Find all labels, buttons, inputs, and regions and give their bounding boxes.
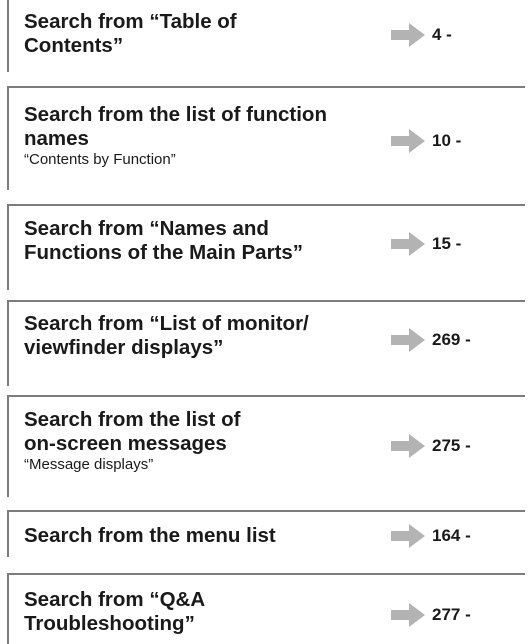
arrow-right-icon bbox=[391, 434, 425, 458]
entry-page-number[interactable]: 164 - bbox=[432, 526, 471, 546]
search-entry-table-of-contents[interactable]: Search from “Table of Contents” 4 - bbox=[7, 0, 525, 72]
entry-page-number[interactable]: 15 - bbox=[432, 234, 461, 254]
page: { "entries": [ { "title_lines": ["Search… bbox=[0, 0, 532, 644]
arrow-right-icon bbox=[391, 232, 425, 256]
entry-top-rule bbox=[7, 395, 525, 397]
search-entry-function-names[interactable]: Search from the list of function names “… bbox=[7, 86, 525, 190]
entry-top-rule bbox=[7, 300, 525, 302]
search-entry-on-screen-messages[interactable]: Search from the list of on-screen messag… bbox=[7, 395, 525, 497]
search-entry-monitor-displays[interactable]: Search from “List of monitor/ viewfinder… bbox=[7, 300, 525, 386]
entry-top-rule bbox=[7, 86, 525, 88]
entry-side-rule bbox=[7, 395, 9, 497]
entry-page-number[interactable]: 277 - bbox=[432, 605, 471, 625]
entry-title: Search from “Table of Contents” bbox=[24, 10, 237, 57]
arrow-right-icon bbox=[391, 328, 425, 352]
entry-title: Search from “List of monitor/ viewfinder… bbox=[24, 312, 309, 359]
entry-title: Search from the list of function names bbox=[24, 103, 327, 150]
entry-title: Search from “Names and Functions of the … bbox=[24, 217, 304, 264]
entry-page-number[interactable]: 275 - bbox=[432, 436, 471, 456]
arrow-right-icon bbox=[391, 524, 425, 548]
entry-side-rule bbox=[7, 510, 9, 557]
entry-subtitle: “Contents by Function” bbox=[24, 151, 176, 168]
search-entry-main-parts[interactable]: Search from “Names and Functions of the … bbox=[7, 204, 525, 290]
search-entry-menu-list[interactable]: Search from the menu list 164 - bbox=[7, 510, 525, 557]
entry-side-rule bbox=[7, 86, 9, 190]
entry-side-rule bbox=[7, 204, 9, 290]
entry-page-number[interactable]: 10 - bbox=[432, 131, 461, 151]
entry-page-number[interactable]: 4 - bbox=[432, 25, 452, 45]
arrow-right-icon bbox=[391, 603, 425, 627]
entry-page-number[interactable]: 269 - bbox=[432, 330, 471, 350]
entry-top-rule bbox=[7, 204, 525, 206]
entry-title: Search from the menu list bbox=[24, 524, 276, 547]
entry-side-rule bbox=[7, 0, 9, 72]
search-entry-troubleshooting[interactable]: Search from “Q&A Troubleshooting” 277 - bbox=[7, 573, 525, 644]
entry-side-rule bbox=[7, 573, 9, 644]
entry-top-rule bbox=[7, 573, 525, 575]
entry-title: Search from the list of on-screen messag… bbox=[24, 408, 241, 455]
entry-top-rule bbox=[7, 510, 525, 512]
arrow-right-icon bbox=[391, 23, 425, 47]
entry-subtitle: “Message displays” bbox=[24, 456, 154, 473]
entry-title: Search from “Q&A Troubleshooting” bbox=[24, 588, 206, 635]
entry-side-rule bbox=[7, 300, 9, 386]
arrow-right-icon bbox=[391, 129, 425, 153]
